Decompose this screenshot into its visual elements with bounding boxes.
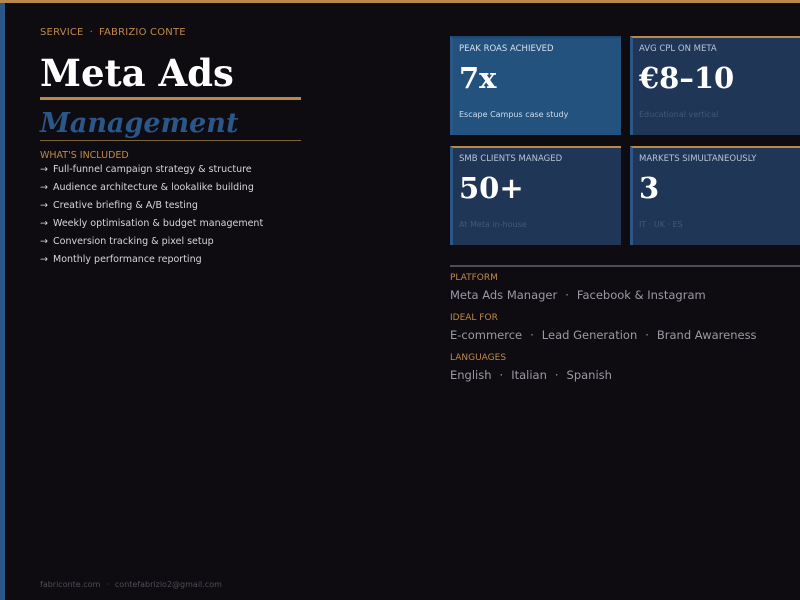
language-item: English bbox=[450, 368, 492, 382]
list-item-text: Audience architecture & lookalike buildi… bbox=[53, 182, 254, 193]
stat-card-peak-roas: PEAK ROAS ACHIEVED 7x Escape Campus case… bbox=[450, 36, 621, 135]
stat-caption: At Meta in-house bbox=[459, 220, 527, 229]
arrow-right-icon: → bbox=[40, 218, 48, 229]
separator: · bbox=[530, 328, 534, 342]
eyebrow-separator: · bbox=[89, 27, 93, 38]
arrow-right-icon: → bbox=[40, 254, 48, 265]
list-item: → Weekly optimisation & budget management bbox=[40, 216, 263, 234]
stat-card-avg-cpl: AVG CPL ON META €8–10 Educational vertic… bbox=[630, 36, 800, 135]
platform-values: Meta Ads Manager · Facebook & Instagram bbox=[450, 288, 706, 302]
stat-caption: IT · UK · ES bbox=[639, 220, 683, 229]
stat-card-smb-clients: SMB CLIENTS MANAGED 50+ At Meta in-house bbox=[450, 146, 621, 245]
footer-separator: · bbox=[106, 580, 109, 589]
languages-values: English · Italian · Spanish bbox=[450, 368, 612, 382]
list-item: → Conversion tracking & pixel setup bbox=[40, 234, 263, 252]
ideal-for-label: IDEAL FOR bbox=[450, 313, 498, 323]
page-subtitle: Management bbox=[40, 108, 239, 139]
arrow-right-icon: → bbox=[40, 182, 48, 193]
ideal-for-item: Brand Awareness bbox=[656, 328, 757, 342]
list-item-text: Weekly optimisation & budget management bbox=[53, 218, 264, 229]
separator: · bbox=[499, 368, 504, 382]
arrow-right-icon: → bbox=[40, 164, 48, 175]
arrow-right-icon: → bbox=[40, 200, 48, 211]
platform-item: Facebook & Instagram bbox=[576, 288, 706, 302]
footer-email-link[interactable]: contefabrizio2@gmail.com bbox=[115, 580, 222, 589]
stat-label: AVG CPL ON META bbox=[639, 44, 717, 54]
language-item: Italian bbox=[511, 368, 547, 382]
footer-website-link[interactable]: fabriconte.com bbox=[40, 580, 100, 589]
platform-item: Meta Ads Manager bbox=[450, 288, 558, 302]
left-accent-bar bbox=[0, 3, 5, 600]
ideal-for-values: E-commerce · Lead Generation · Brand Awarene… bbox=[450, 328, 757, 342]
eyebrow: SERVICE · FABRIZIO CONTE bbox=[40, 27, 186, 38]
included-list: → Full-funnel campaign strategy & structu… bbox=[40, 162, 263, 270]
separator: · bbox=[554, 368, 559, 382]
eyebrow-service: SERVICE bbox=[40, 27, 84, 38]
languages-label: LANGUAGES bbox=[450, 353, 507, 363]
list-item-text: Conversion tracking & pixel setup bbox=[53, 236, 214, 247]
list-item-text: Creative briefing & A/B testing bbox=[53, 200, 198, 211]
stat-label: MARKETS SIMULTANEOUSLY bbox=[639, 154, 757, 164]
ideal-for-item: Lead Generation bbox=[541, 328, 638, 342]
title-underline bbox=[40, 97, 301, 100]
eyebrow-name: FABRIZIO CONTE bbox=[98, 27, 186, 38]
stat-value: €8–10 bbox=[639, 61, 735, 95]
info-divider bbox=[450, 265, 800, 267]
list-item-text: Full-funnel campaign strategy & structur… bbox=[53, 164, 252, 175]
stat-card-markets: MARKETS SIMULTANEOUSLY 3 IT · UK · ES bbox=[630, 146, 800, 245]
list-item: → Creative briefing & A/B testing bbox=[40, 198, 263, 216]
platform-label: PLATFORM bbox=[450, 273, 498, 283]
stat-caption: Educational vertical bbox=[639, 110, 719, 119]
separator: · bbox=[645, 328, 649, 342]
ideal-for-item: E-commerce bbox=[450, 328, 523, 342]
list-item-text: Monthly performance reporting bbox=[53, 254, 202, 265]
arrow-right-icon: → bbox=[40, 236, 48, 247]
stat-value: 3 bbox=[639, 171, 660, 205]
separator: · bbox=[565, 288, 569, 302]
page-title: Meta Ads bbox=[40, 51, 234, 95]
stat-value: 50+ bbox=[459, 171, 524, 205]
stat-value: 7x bbox=[459, 61, 497, 95]
included-heading: WHAT'S INCLUDED bbox=[40, 150, 129, 161]
subtitle-underline bbox=[40, 140, 301, 141]
stat-label: SMB CLIENTS MANAGED bbox=[459, 154, 563, 164]
top-accent-bar bbox=[0, 0, 800, 3]
stat-caption: Escape Campus case study bbox=[459, 110, 569, 119]
list-item: → Full-funnel campaign strategy & structu… bbox=[40, 162, 263, 180]
stat-label: PEAK ROAS ACHIEVED bbox=[459, 44, 554, 54]
list-item: → Audience architecture & lookalike build… bbox=[40, 180, 263, 198]
footer: fabriconte.com · contefabrizio2@gmail.com bbox=[40, 580, 222, 589]
language-item: Spanish bbox=[566, 368, 612, 382]
list-item: → Monthly performance reporting bbox=[40, 252, 263, 270]
